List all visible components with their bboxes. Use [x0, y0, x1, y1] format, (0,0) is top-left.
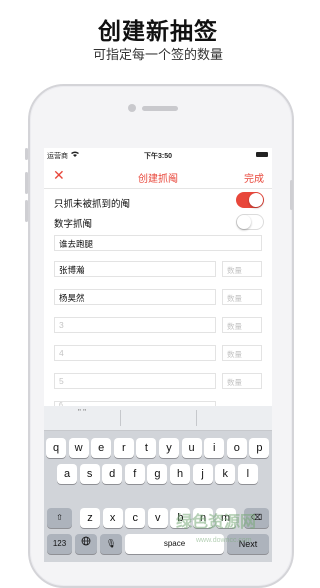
- option-row-unpicked-only: 只抓未被抓到的阄: [54, 196, 264, 210]
- key-q[interactable]: q: [46, 438, 66, 458]
- option-label: 只抓未被抓到的阄: [54, 199, 131, 210]
- entry-name-field[interactable]: 3: [54, 317, 216, 333]
- volume-up-button: [25, 172, 28, 194]
- battery-icon: [256, 152, 268, 157]
- key-u[interactable]: u: [181, 438, 202, 458]
- mute-switch: [25, 148, 28, 160]
- key-k[interactable]: k: [215, 464, 236, 484]
- key-o[interactable]: o: [226, 438, 247, 458]
- key-a[interactable]: a: [57, 464, 77, 484]
- power-button: [290, 180, 293, 210]
- key-p[interactable]: p: [249, 438, 270, 458]
- suggestion-bar: " ": [44, 406, 272, 431]
- shift-icon: ⇧: [56, 513, 63, 522]
- key-h[interactable]: h: [170, 464, 190, 484]
- status-time: 下午3:50: [143, 153, 172, 160]
- key-r[interactable]: r: [113, 438, 134, 458]
- volume-down-button: [25, 200, 28, 222]
- key-d[interactable]: d: [102, 464, 123, 484]
- key-w[interactable]: w: [68, 438, 89, 458]
- key-s[interactable]: s: [79, 464, 100, 484]
- shift-key[interactable]: ⇧: [47, 508, 72, 528]
- key-v[interactable]: v: [147, 508, 168, 528]
- key-y[interactable]: y: [159, 438, 179, 458]
- suggestion-item[interactable]: " ": [78, 408, 86, 417]
- toggle-knob: [237, 215, 251, 229]
- watermark-url: www.downcc.com: [196, 537, 252, 544]
- microphone-key[interactable]: 🎙: [100, 534, 122, 554]
- globe-icon: [81, 536, 91, 548]
- navigation-bar: ✕ 创建抓阄 完成: [44, 164, 272, 189]
- entry-name-field[interactable]: 4: [54, 345, 216, 361]
- option-label: 数字抓阄: [54, 219, 93, 230]
- key-x[interactable]: x: [102, 508, 123, 528]
- watermark-logo: 绿色资源网: [176, 514, 257, 531]
- globe-key[interactable]: [75, 534, 97, 554]
- promo-subtitle: 可指定每一个签的数量: [92, 47, 223, 62]
- entry-name-field[interactable]: 杨昊然: [54, 289, 216, 305]
- suggestion-divider: [120, 410, 121, 426]
- nav-title: 创建抓阄: [138, 174, 178, 185]
- key-e[interactable]: e: [91, 438, 112, 458]
- key-c[interactable]: c: [125, 508, 146, 528]
- app-screen: 运营商 下午3:50 ✕ 创建抓阄 完成 只抓未被抓到的阄 数字抓阄 谁去跑腿 …: [44, 148, 272, 562]
- draw-name-field[interactable]: 谁去跑腿: [54, 235, 262, 251]
- speaker-grille: [142, 106, 178, 111]
- entry-name-field[interactable]: 张博瀚: [54, 261, 216, 277]
- suggestion-divider: [196, 410, 197, 426]
- status-bar: 运营商 下午3:50: [44, 148, 272, 162]
- numeric-toggle[interactable]: [236, 214, 264, 230]
- microphone-icon: 🎙: [105, 539, 117, 548]
- option-row-numeric: 数字抓阄: [54, 216, 264, 230]
- numbers-key[interactable]: 123: [47, 534, 72, 554]
- key-z[interactable]: z: [80, 508, 100, 528]
- key-g[interactable]: g: [147, 464, 168, 484]
- key-i[interactable]: i: [204, 438, 225, 458]
- entry-quantity-field[interactable]: 数量: [222, 289, 262, 305]
- done-button[interactable]: 完成: [244, 170, 264, 185]
- entry-name-field[interactable]: 5: [54, 373, 216, 389]
- promo-title: 创建新抽签: [98, 18, 218, 44]
- key-j[interactable]: j: [192, 464, 213, 484]
- key-t[interactable]: t: [136, 438, 157, 458]
- toggle-knob: [249, 193, 263, 207]
- key-f[interactable]: f: [124, 464, 145, 484]
- entry-quantity-field[interactable]: 数量: [222, 373, 262, 389]
- entry-quantity-field[interactable]: 数量: [222, 317, 262, 333]
- entry-quantity-field[interactable]: 数量: [222, 261, 262, 277]
- entry-quantity-field[interactable]: 数量: [222, 345, 262, 361]
- unpicked-only-toggle[interactable]: [236, 192, 264, 208]
- key-l[interactable]: l: [237, 464, 258, 484]
- camera-icon: [128, 104, 136, 112]
